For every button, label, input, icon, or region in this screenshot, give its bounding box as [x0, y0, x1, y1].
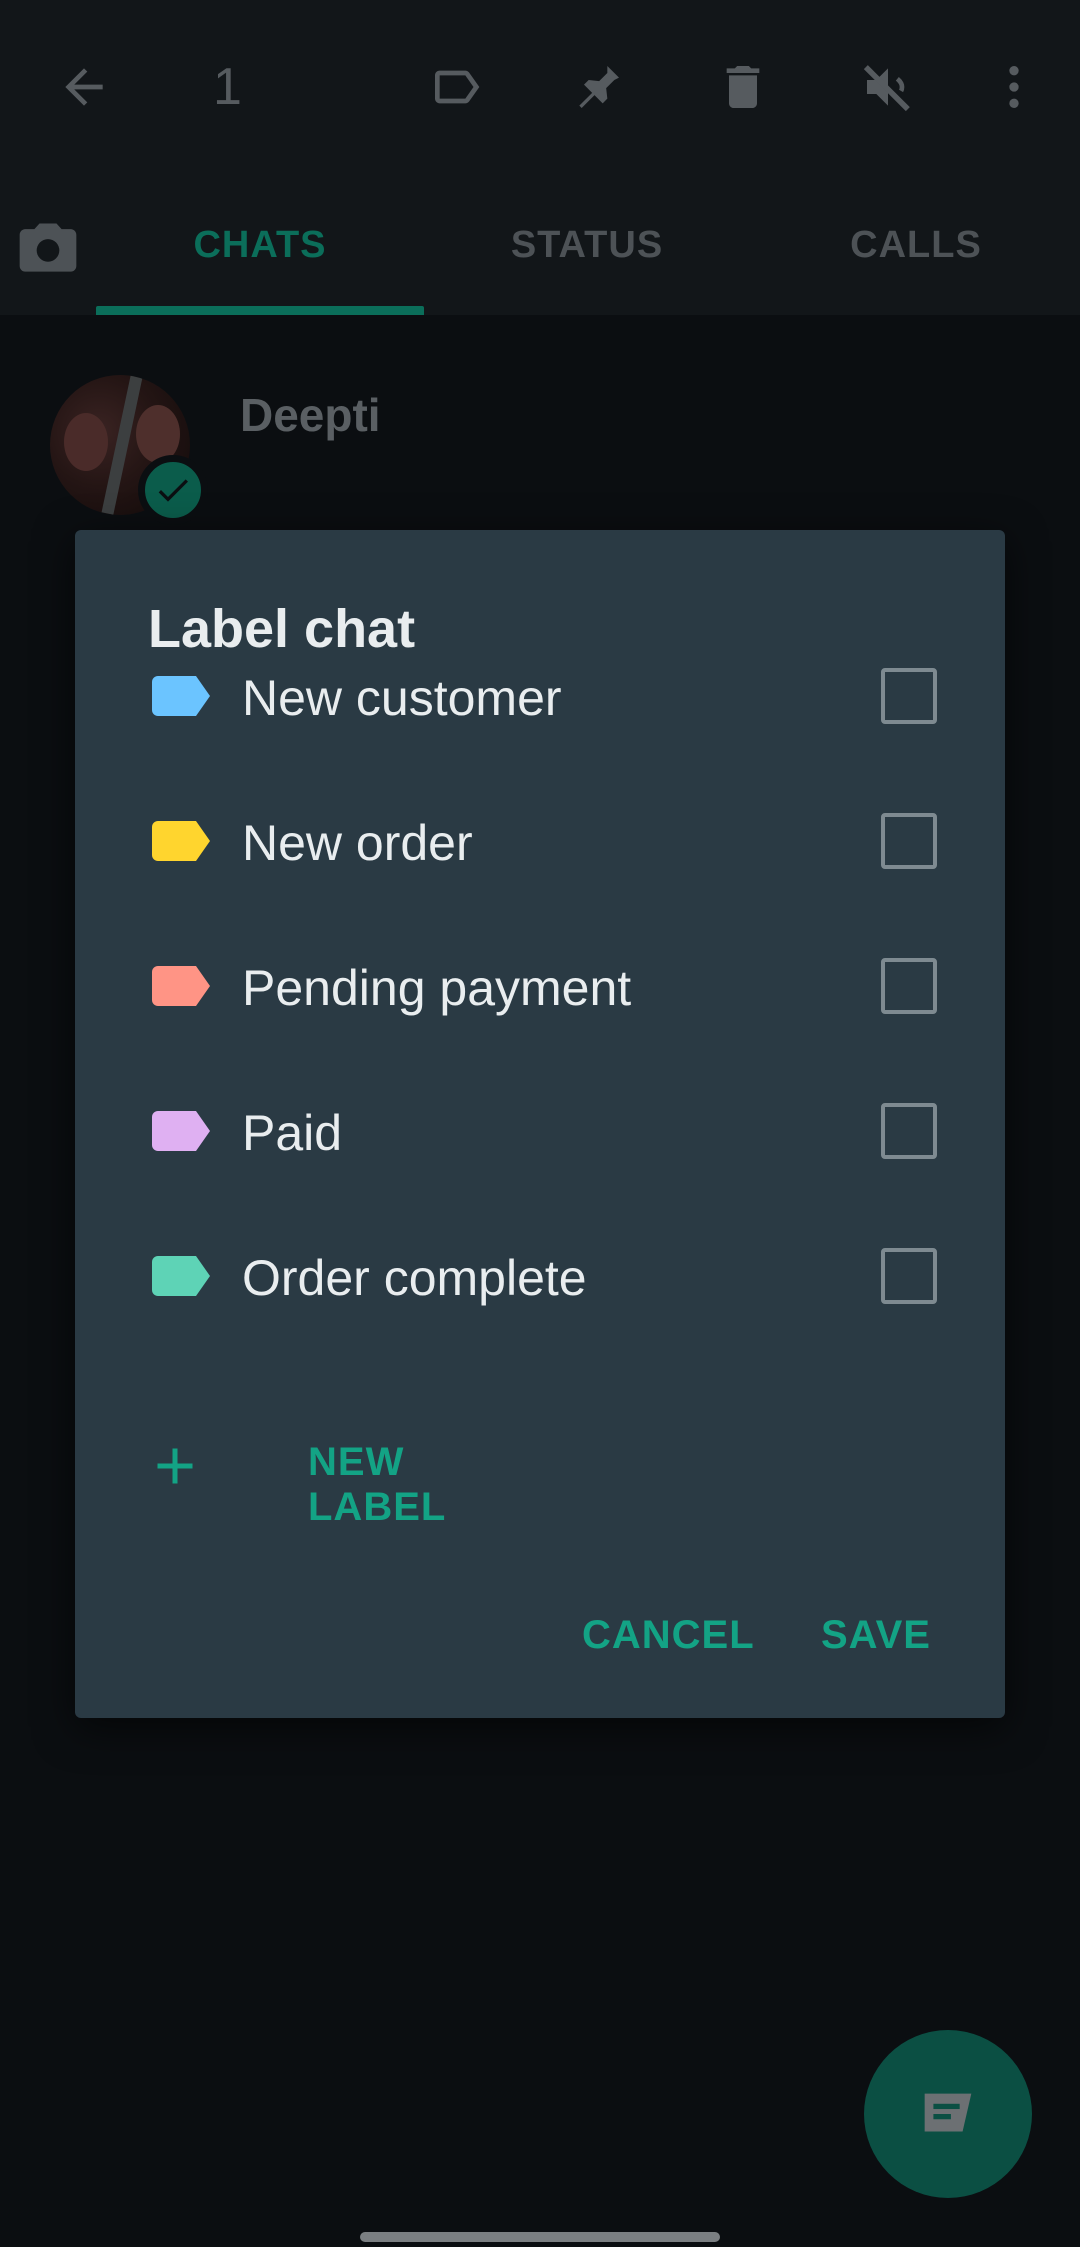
new-chat-fab[interactable] [864, 2030, 1032, 2198]
more-vert-icon[interactable] [982, 55, 1046, 119]
label-checkbox[interactable] [881, 813, 937, 869]
label-checkbox[interactable] [881, 1103, 937, 1159]
delete-icon[interactable] [711, 55, 775, 119]
label-checkbox[interactable] [881, 1248, 937, 1304]
label-icon[interactable] [424, 55, 488, 119]
whatsapp-screen: 1 CHATS STATUS CALLS Deepti Label chat N… [0, 0, 1080, 2247]
label-tag-icon [152, 1111, 210, 1151]
active-tab-indicator [96, 306, 424, 315]
back-arrow-icon[interactable] [52, 55, 116, 119]
chat-name: Deepti [240, 389, 381, 441]
label-text: New customer [242, 670, 562, 726]
label-text: Pending payment [242, 960, 632, 1016]
cancel-button[interactable]: CANCEL [582, 1600, 755, 1670]
label-tag-icon [152, 966, 210, 1006]
pin-icon[interactable] [566, 55, 630, 119]
label-chat-dialog: Label chat New customer New order Pendin… [75, 530, 1005, 1718]
new-label-button[interactable]: NEW LABEL [145, 1430, 545, 1529]
tab-status[interactable]: STATUS [422, 175, 752, 315]
label-option-new-customer[interactable]: New customer [75, 624, 1005, 769]
label-tag-icon [152, 1256, 210, 1296]
gesture-navigation-bar[interactable] [360, 2232, 720, 2242]
selected-count: 1 [213, 58, 242, 116]
label-checkbox[interactable] [881, 958, 937, 1014]
mute-icon[interactable] [856, 55, 920, 119]
new-label-text: NEW LABEL [308, 1440, 447, 1529]
label-text: Paid [242, 1105, 343, 1161]
label-text: New order [242, 815, 473, 871]
new-chat-icon [924, 2093, 972, 2132]
camera-icon[interactable] [14, 215, 82, 283]
chat-list-item[interactable]: Deepti [0, 360, 1080, 525]
selected-check-icon [138, 455, 208, 525]
action-bar: 1 [0, 0, 1080, 175]
label-option-paid[interactable]: Paid [75, 1059, 1005, 1204]
tab-bar: CHATS STATUS CALLS [0, 175, 1080, 315]
avatar-photo-part [64, 413, 108, 471]
tab-chats[interactable]: CHATS [95, 175, 425, 315]
label-option-new-order[interactable]: New order [75, 769, 1005, 914]
label-tag-icon [152, 676, 210, 716]
label-checkbox[interactable] [881, 668, 937, 724]
label-text: Order complete [242, 1250, 587, 1306]
label-option-pending-payment[interactable]: Pending payment [75, 914, 1005, 1059]
label-tag-icon [152, 821, 210, 861]
label-option-order-complete[interactable]: Order complete [75, 1204, 1005, 1349]
plus-icon [157, 1448, 193, 1484]
save-button[interactable]: SAVE [821, 1600, 931, 1670]
tab-calls[interactable]: CALLS [751, 175, 1080, 315]
